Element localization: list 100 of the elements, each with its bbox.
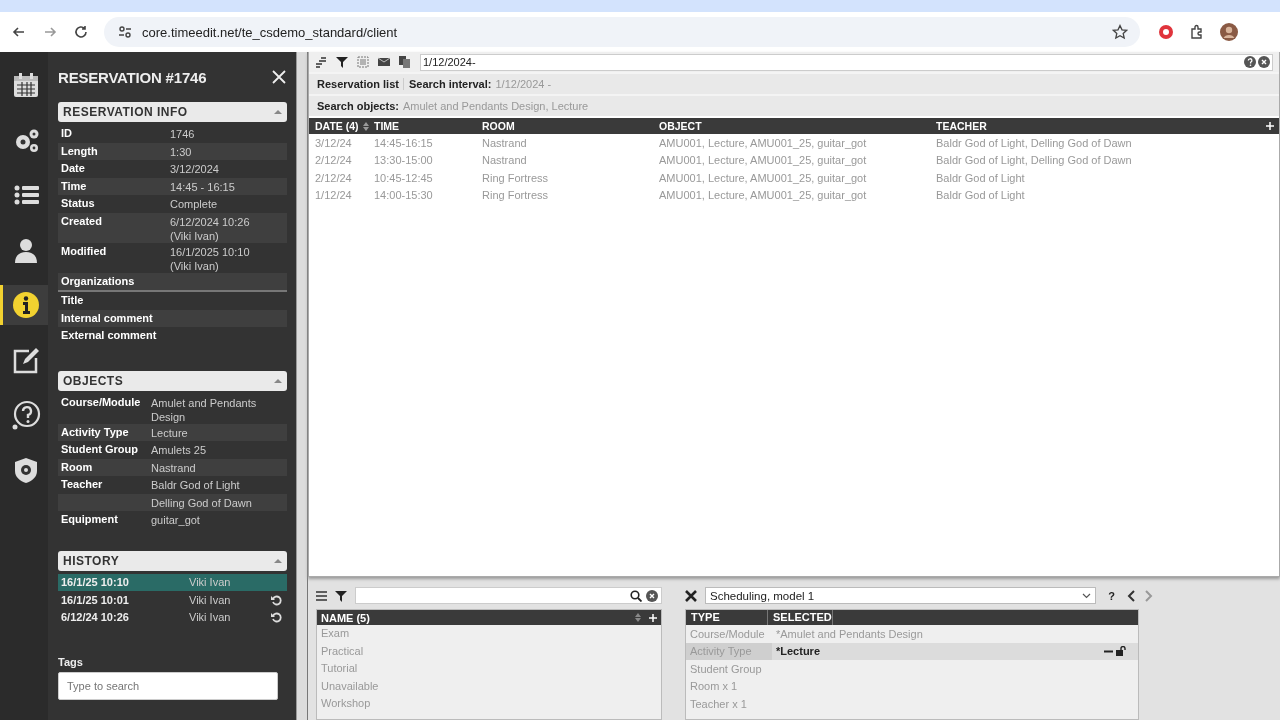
- chevron-down-icon: [1082, 592, 1092, 599]
- section-title: RESERVATION INFO: [63, 105, 188, 119]
- mail-icon[interactable]: [378, 56, 390, 68]
- sort-arrows-icon: [362, 121, 369, 131]
- field-value: 16/1/2025 10:10: [170, 244, 250, 259]
- filter-icon[interactable]: [335, 589, 347, 602]
- field-label: Time: [61, 178, 88, 194]
- history-user: Viki Ivan: [189, 593, 232, 606]
- sort-arrows-icon: [635, 613, 641, 622]
- search-field[interactable]: [355, 587, 662, 604]
- field-value: Delling God of Dawn: [151, 495, 252, 510]
- field-value: Amulet and Pendants Design: [151, 395, 258, 424]
- info-icon: [10, 290, 41, 320]
- column-header[interactable]: DATE (4): [309, 118, 374, 134]
- url-text: core.timeedit.net/te_csdemo_standard/client: [142, 24, 398, 40]
- field-label: External comment: [61, 328, 158, 343]
- extension-icon[interactable]: [1158, 24, 1174, 40]
- column-header[interactable]: OBJECT: [659, 118, 936, 134]
- section-title: OBJECTS: [63, 373, 124, 388]
- info-label: Search objects:: [317, 100, 399, 112]
- model-dropdown[interactable]: Scheduling, model 1: [705, 587, 1097, 604]
- field-label: Course/Module: [61, 394, 142, 410]
- field-label: Internal comment: [61, 310, 154, 326]
- field-label: Date: [61, 161, 86, 176]
- panel-title: RESERVATION #1746: [58, 68, 207, 86]
- copy-icon[interactable]: [399, 56, 411, 68]
- undo-icon[interactable]: [270, 611, 282, 624]
- field-value: guitar_got: [151, 513, 200, 527]
- history-row[interactable]: 16/1/25 10:10 Viki Ivan: [58, 573, 287, 591]
- unlock-icon[interactable]: [1116, 646, 1126, 657]
- section-title: HISTORY: [63, 553, 120, 568]
- address-bar[interactable]: core.timeedit.net/te_csdemo_standard/client: [104, 17, 1140, 47]
- history-time: 16/1/25 10:10: [61, 576, 130, 589]
- remove-icon[interactable]: [1104, 649, 1113, 653]
- clear-icon[interactable]: [1258, 56, 1270, 68]
- field-value: 1:30: [170, 144, 192, 159]
- add-column-icon[interactable]: [1266, 122, 1274, 130]
- list-title: Reservation list: [317, 78, 399, 90]
- add-icon[interactable]: [649, 613, 657, 622]
- section-header[interactable]: OBJECTS: [58, 370, 287, 391]
- history-user: Viki Ivan: [189, 611, 232, 624]
- history-time: 6/12/24 10:26: [61, 611, 130, 624]
- column-header[interactable]: SELECTED: [768, 610, 833, 625]
- help-button[interactable]: ?: [1104, 589, 1119, 602]
- search-icon: [630, 589, 642, 602]
- sort-icon[interactable]: [315, 56, 327, 68]
- splitter-handle[interactable]: [296, 52, 308, 720]
- nav-button[interactable]: [0, 285, 48, 325]
- history-time: 16/1/25 10:01: [61, 593, 130, 606]
- field-value: Baldr God of Light: [151, 478, 240, 492]
- tags-field[interactable]: Type to search: [58, 672, 278, 700]
- column-header[interactable]: ROOM: [482, 118, 659, 134]
- field-note: (Viki Ivan): [170, 258, 220, 273]
- column-header[interactable]: TIME: [374, 118, 482, 134]
- info-label: Search interval:: [402, 78, 492, 90]
- undo-icon[interactable]: [270, 593, 282, 606]
- field-value: 6/12/2024 10:26: [170, 214, 250, 229]
- site-settings-icon: [118, 25, 132, 39]
- previous-icon[interactable]: [1127, 589, 1136, 602]
- field-label: Status: [61, 196, 96, 211]
- menu-icon[interactable]: [316, 590, 327, 601]
- field-value: Nastrand: [151, 460, 196, 475]
- close-icon[interactable]: [685, 589, 697, 602]
- history-user: Viki Ivan: [189, 576, 232, 589]
- clear-icon[interactable]: [646, 589, 658, 602]
- star-icon[interactable]: [1112, 24, 1128, 40]
- field-value: 1746: [170, 127, 195, 141]
- field-value: Lecture: [151, 425, 188, 440]
- section-header[interactable]: RESERVATION INFO: [58, 102, 287, 122]
- help-icon[interactable]: [1244, 56, 1256, 68]
- reload-icon[interactable]: [73, 24, 89, 40]
- puzzle-icon[interactable]: [1189, 24, 1205, 40]
- field-value: 14:45 - 16:15: [170, 179, 235, 194]
- field-note: (Viki Ivan): [170, 228, 220, 243]
- field-label: Equipment: [61, 512, 119, 527]
- column-header[interactable]: TYPE: [686, 610, 768, 625]
- field-value: 3/12/2024: [170, 162, 219, 176]
- column-header[interactable]: NAME (5): [317, 610, 661, 625]
- collapse-icon: [274, 109, 282, 115]
- column-header[interactable]: TEACHER: [936, 118, 1266, 134]
- tags-label: Tags: [58, 656, 84, 668]
- field-label: Length: [61, 143, 99, 159]
- history-row[interactable]: 6/12/24 10:26 Viki Ivan: [58, 608, 287, 626]
- field-label: Created: [61, 213, 103, 229]
- collapse-icon: [274, 557, 282, 564]
- collapse-icon: [274, 377, 282, 384]
- field-label: Activity Type: [61, 424, 130, 440]
- filter-icon[interactable]: [336, 56, 348, 68]
- avatar-icon[interactable]: [1220, 23, 1238, 41]
- field-label: Organizations: [61, 273, 136, 289]
- interval-field[interactable]: 1/12/2024-: [420, 53, 1273, 71]
- section-header[interactable]: HISTORY: [58, 550, 287, 571]
- field-label: Title: [61, 293, 85, 308]
- info-value: 1/12/2024 -: [495, 78, 552, 90]
- field-label: Modified: [61, 243, 108, 259]
- field-value: Complete: [170, 197, 218, 211]
- field-value: Amulets 25: [151, 443, 207, 457]
- field-label: Teacher: [61, 477, 104, 492]
- history-row[interactable]: 16/1/25 10:01 Viki Ivan: [58, 591, 287, 609]
- field-label: Room: [61, 459, 94, 475]
